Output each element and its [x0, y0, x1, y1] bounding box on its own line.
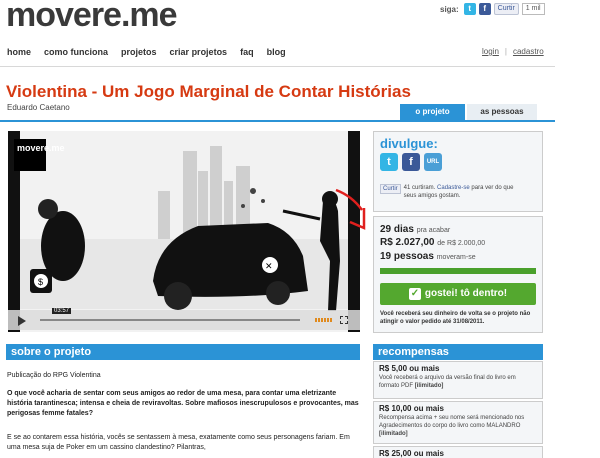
days-left: 29 dias pra acabar [380, 224, 450, 235]
twitter-share-icon[interactable]: t [380, 153, 398, 171]
video-time: 03:57 [52, 308, 72, 314]
svg-text:✕: ✕ [265, 261, 273, 271]
auth-separator: | [504, 47, 507, 56]
login-link[interactable]: login [482, 47, 499, 56]
people-value: 19 pessoas [380, 251, 434, 262]
cadastro-link[interactable]: cadastro [513, 47, 544, 56]
back-project-label: gostei! tô dentro! [424, 288, 508, 299]
social-follow: siga: t f Curtir 1 mil [440, 3, 545, 15]
volume-icon[interactable] [315, 318, 333, 322]
raised-label: de R$ 2.000,00 [437, 240, 486, 247]
tab-as-pessoas[interactable]: as pessoas [467, 104, 537, 120]
project-author[interactable]: Eduardo Caetano [7, 103, 70, 112]
reward-price: R$ 5,00 ou mais [379, 364, 440, 373]
tab-o-projeto[interactable]: o projeto [400, 104, 465, 120]
days-value: 29 dias [380, 224, 414, 235]
nav-projetos[interactable]: projetos [121, 47, 157, 57]
video-progress[interactable] [40, 319, 300, 321]
reward-price: R$ 10,00 ou mais [379, 404, 444, 413]
funding-stats-panel: 29 dias pra acabar R$ 2.027,00 de R$ 2.0… [373, 216, 543, 333]
facebook-icon[interactable]: f [478, 3, 491, 15]
fb-count: 41 curtiram. [403, 185, 436, 191]
reward-item[interactable]: R$ 10,00 ou mais Recompensa acima + seu … [373, 401, 543, 444]
refund-note: Você receberá seu dinheiro de volta se o… [380, 311, 531, 325]
fb-cadastre-link[interactable]: Cadastre-se [437, 185, 470, 191]
sobre-paragraph-1: O que você acharia de sentar com seus am… [7, 390, 359, 417]
fb-like-row: Curtir 41 curtiram. Cadastre-se para ver… [380, 184, 524, 200]
nav-faq[interactable]: faq [240, 47, 254, 57]
divulgue-heading: divulgue: [380, 136, 438, 151]
annotation-arrow-icon [335, 188, 366, 230]
fullscreen-icon[interactable] [340, 316, 348, 324]
fb-curtir-button[interactable]: Curtir [380, 184, 401, 194]
reward-item[interactable]: R$ 25,00 ou mais [373, 446, 543, 458]
auth-links: login | cadastro [482, 47, 544, 56]
sobre-heading: sobre o projeto [6, 344, 360, 360]
fb-like-text: 41 curtiram. Cadastre-se para ver do que… [404, 184, 524, 200]
curtir-count: 1 mil [521, 3, 545, 15]
nav-home[interactable]: home [7, 47, 31, 57]
backers: 19 pessoas moveram-se [380, 251, 476, 262]
url-share-icon[interactable]: URL [424, 153, 442, 171]
nav-divider [0, 66, 555, 67]
site-logo[interactable]: movere.me [6, 0, 178, 32]
facebook-share-icon[interactable]: f [402, 153, 420, 171]
reward-limit: [ilimitado] [379, 431, 408, 437]
play-icon[interactable] [18, 316, 26, 326]
video-player[interactable]: $ ✕ movere.me [8, 131, 360, 332]
funding-progress-bar [380, 268, 536, 274]
curtir-button[interactable]: Curtir [493, 3, 519, 15]
divulgue-panel: divulgue: t f URL Curtir 41 curtiram. Ca… [373, 131, 543, 212]
reward-desc: Você receberá o arquivo da versão final … [379, 375, 516, 389]
video-overlay-logo: movere.me [14, 139, 65, 171]
reward-desc: Recompensa acima + seu nome será mencion… [379, 415, 525, 429]
main-nav: home como funciona projetos criar projet… [7, 47, 286, 57]
video-frame-illustration: $ ✕ [8, 131, 360, 332]
sobre-subtitle: Publicação do RPG Violentina [7, 372, 101, 379]
check-icon: ✓ [408, 288, 421, 300]
back-project-button[interactable]: ✓ gostei! tô dentro! [380, 283, 536, 305]
reward-limit: [ilimitado] [414, 383, 444, 389]
project-title: Violentina - Um Jogo Marginal de Contar … [6, 82, 411, 101]
amount-raised: R$ 2.027,00 de R$ 2.000,00 [380, 237, 485, 248]
reward-item[interactable]: R$ 5,00 ou mais Você receberá o arquivo … [373, 361, 543, 399]
recompensas-heading: recompensas [373, 344, 543, 360]
nav-como-funciona[interactable]: como funciona [44, 47, 108, 57]
people-label: moveram-se [436, 254, 476, 261]
days-label: pra acabar [416, 227, 451, 234]
raised-value: R$ 2.027,00 [380, 237, 435, 248]
twitter-icon[interactable]: t [463, 3, 476, 15]
siga-label: siga: [440, 4, 459, 14]
reward-price: R$ 25,00 ou mais [379, 449, 444, 458]
svg-text:$: $ [38, 277, 43, 287]
nav-blog[interactable]: blog [267, 47, 286, 57]
nav-criar-projetos[interactable]: criar projetos [170, 47, 228, 57]
tab-underline [0, 120, 555, 122]
sobre-paragraph-2: E se ao contarem essa história, vocês se… [7, 434, 350, 451]
